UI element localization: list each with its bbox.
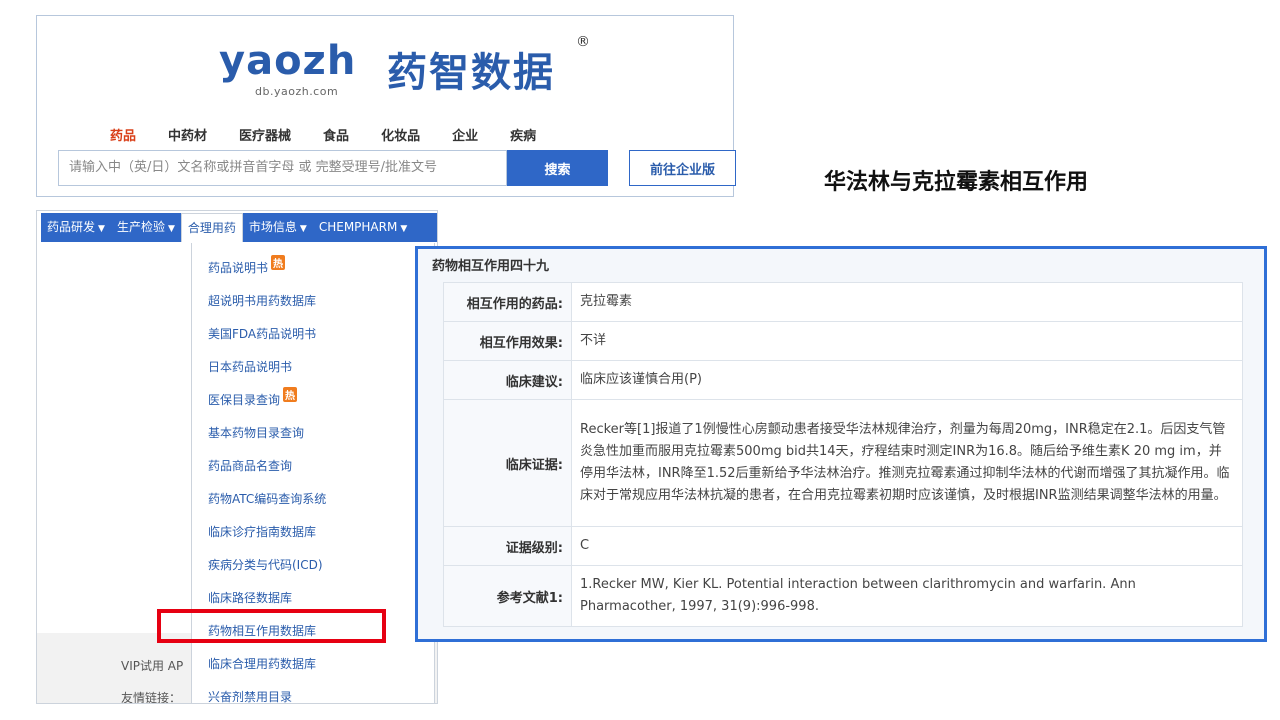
row-value: 临床应该谨慎合用(P)	[571, 360, 1243, 400]
nav-label: CHEMPHARM	[318, 220, 398, 234]
slide-title: 华法林与克拉霉素相互作用	[824, 170, 1089, 195]
interaction-detail-panel: 药物相互作用四十九 相互作用的药品: 克拉霉素 相互作用效果: 不详 临床建议:…	[415, 246, 1267, 642]
chevron-down-icon: ▼	[400, 224, 408, 234]
table-row: 参考文献1: 1.Recker MW, Kier KL. Potential i…	[443, 565, 1243, 627]
search-button[interactable]: 搜索	[507, 150, 608, 186]
menu-item-drug-labels[interactable]: 药品说明书热	[208, 255, 286, 276]
row-value: 不详	[571, 321, 1243, 361]
panel-title: 药物相互作用四十九	[432, 259, 550, 274]
row-value: C	[571, 526, 1243, 566]
enterprise-version-button[interactable]: 前往企业版	[629, 150, 736, 186]
row-value: Recker等[1]报道了1例慢性心房颤动患者接受华法林规律治疗，剂量为每周20…	[571, 399, 1243, 527]
nav-rational-drug-use[interactable]: 合理用药	[180, 213, 243, 242]
tab-food[interactable]: 食品	[323, 125, 349, 144]
row-key: 相互作用的药品:	[443, 282, 572, 322]
nav-chempharm[interactable]: CHEMPHARM ▼	[313, 213, 413, 242]
search-panel: yaozh db.yaozh.com 药智数据 ® 药品 中药材 医疗器械 食品…	[36, 15, 736, 197]
registered-mark: ®	[576, 34, 590, 50]
tab-drugs[interactable]: 药品	[110, 125, 136, 144]
tab-chinese-herbs[interactable]: 中药材	[168, 125, 207, 144]
yaozh-logo[interactable]: yaozh db.yaozh.com 药智数据 ®	[219, 34, 590, 104]
interaction-table: 相互作用的药品: 克拉霉素 相互作用效果: 不详 临床建议: 临床应该谨慎合用(…	[443, 282, 1243, 627]
category-tabs: 药品 中药材 医疗器械 食品 化妆品 企业 疾病	[110, 125, 568, 144]
logo-domain: db.yaozh.com	[255, 85, 339, 98]
table-row: 临床证据: Recker等[1]报道了1例慢性心房颤动患者接受华法林规律治疗，剂…	[443, 399, 1243, 527]
table-row: 相互作用的药品: 克拉霉素	[443, 282, 1243, 322]
menu-item-label: 药品说明书	[208, 261, 269, 275]
nav-market-info[interactable]: 市场信息 ▼	[243, 213, 313, 242]
row-key: 证据级别:	[443, 526, 572, 566]
chevron-down-icon: ▼	[167, 224, 175, 234]
menu-item-japan-labels[interactable]: 日本药品说明书	[208, 358, 292, 375]
menu-item-icd[interactable]: 疾病分类与代码(ICD)	[208, 556, 323, 573]
tab-disease[interactable]: 疾病	[510, 125, 536, 144]
menu-item-doping-list[interactable]: 兴奋剂禁用目录	[208, 688, 292, 703]
footer-links[interactable]: VIP试用 AP	[121, 657, 183, 674]
row-value: 1.Recker MW, Kier KL. Potential interact…	[571, 565, 1243, 627]
table-row: 相互作用效果: 不详	[443, 321, 1243, 361]
menu-item-clinical-guidelines[interactable]: 临床诊疗指南数据库	[208, 523, 316, 540]
menu-item-fda-labels[interactable]: 美国FDA药品说明书	[208, 325, 316, 342]
tab-medical-devices[interactable]: 医疗器械	[239, 125, 291, 144]
highlight-box	[157, 609, 386, 643]
nav-label: 生产检验	[116, 220, 165, 234]
menu-item-clinical-pathways[interactable]: 临床路径数据库	[208, 589, 292, 606]
menu-item-essential-drugs[interactable]: 基本药物目录查询	[208, 424, 304, 441]
tab-cosmetics[interactable]: 化妆品	[381, 125, 420, 144]
row-key: 参考文献1:	[443, 565, 572, 627]
row-key: 临床建议:	[443, 360, 572, 400]
row-value: 克拉霉素	[571, 282, 1243, 322]
hot-badge: 热	[271, 255, 286, 270]
nav-drug-rd[interactable]: 药品研发 ▼	[41, 213, 111, 242]
row-key: 临床证据:	[443, 399, 572, 527]
table-row: 证据级别: C	[443, 526, 1243, 566]
friendly-links-label: 友情链接：	[121, 691, 182, 704]
menu-item-label: 医保目录查询	[208, 393, 281, 407]
hot-badge: 热	[283, 387, 298, 402]
tab-enterprise[interactable]: 企业	[452, 125, 478, 144]
row-key: 相互作用效果:	[443, 321, 572, 361]
search-row: 请输入中（英/日）文名称或拼音首字母 或 完整受理号/批准文号 搜索 前往企业版	[58, 150, 736, 186]
nav-label: 药品研发	[47, 220, 96, 234]
chevron-down-icon: ▼	[98, 224, 105, 234]
search-input[interactable]: 请输入中（英/日）文名称或拼音首字母 或 完整受理号/批准文号	[58, 150, 507, 186]
logo-chinese-text: 药智数据	[387, 50, 555, 96]
nav-label: 合理用药	[187, 221, 236, 235]
menu-item-rational-use-db[interactable]: 临床合理用药数据库	[208, 655, 316, 672]
menu-item-off-label-use[interactable]: 超说明书用药数据库	[208, 292, 316, 309]
main-navbar: 药品研发 ▼ 生产检验 ▼ 合理用药 市场信息 ▼ CHEMPHARM ▼	[41, 213, 437, 242]
logo-latin-text: yaozh	[219, 38, 357, 84]
nav-production-testing[interactable]: 生产检验 ▼	[111, 213, 181, 242]
nav-label: 市场信息	[248, 220, 297, 234]
chevron-down-icon: ▼	[299, 224, 307, 234]
menu-item-insurance-catalog[interactable]: 医保目录查询热	[208, 387, 298, 408]
menu-item-atc-codes[interactable]: 药物ATC编码查询系统	[208, 490, 326, 507]
table-row: 临床建议: 临床应该谨慎合用(P)	[443, 360, 1243, 400]
menu-item-trade-names[interactable]: 药品商品名查询	[208, 457, 292, 474]
